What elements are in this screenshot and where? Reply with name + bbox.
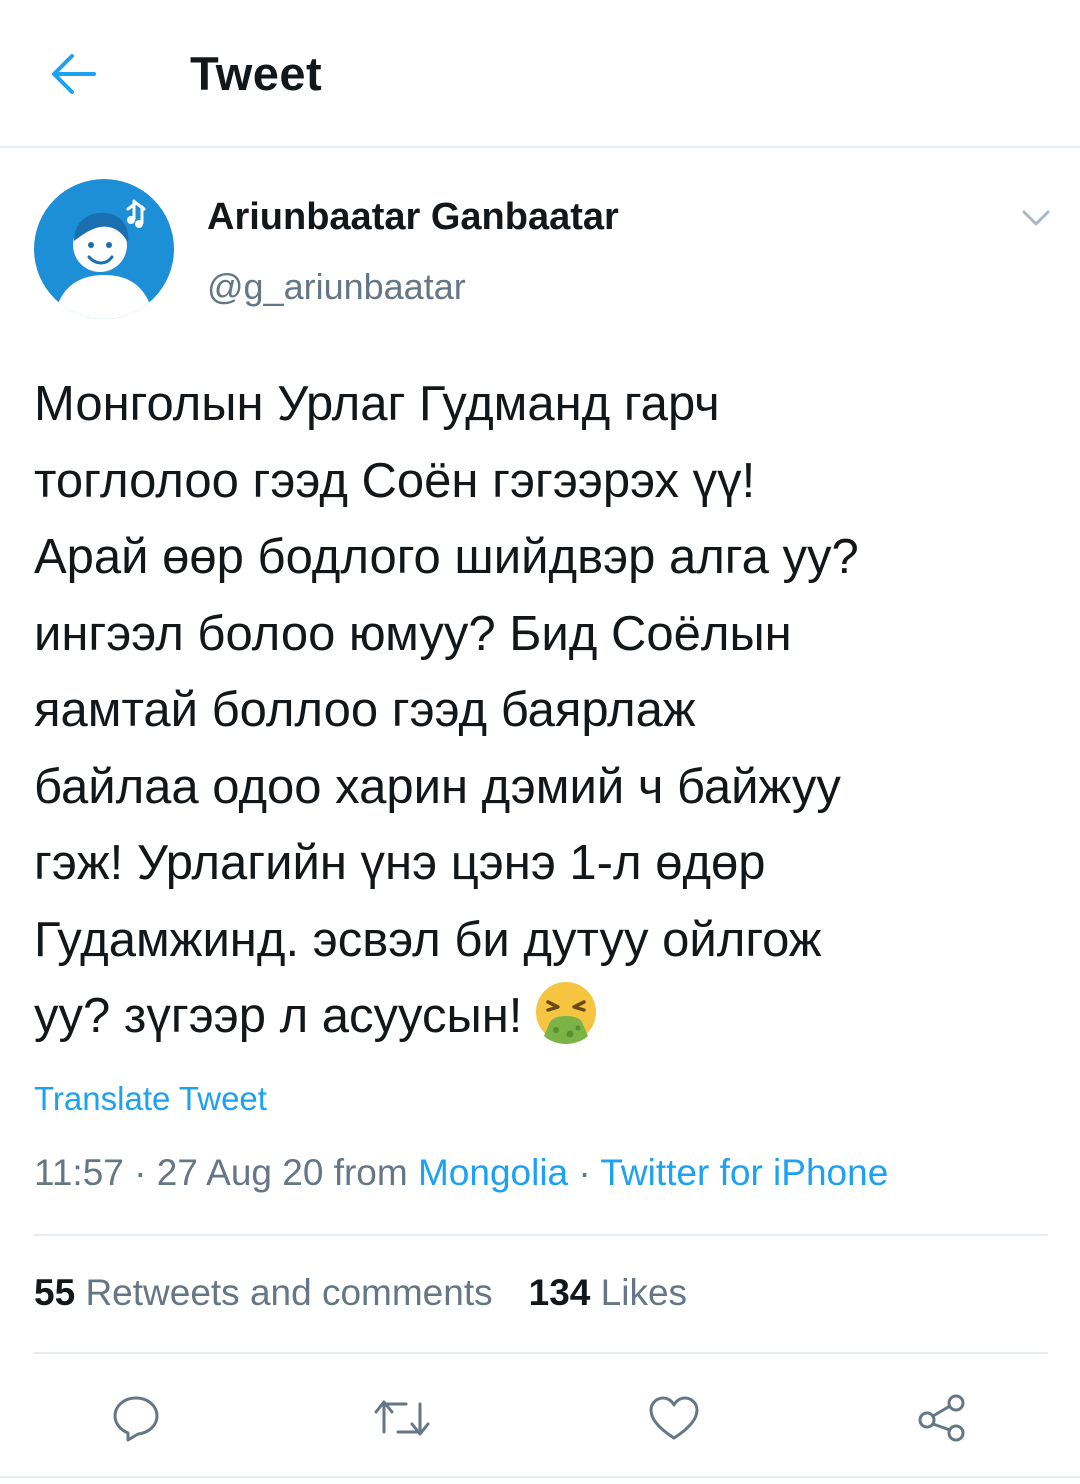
page-title: Tweet <box>190 47 323 100</box>
reply-button[interactable] <box>106 1388 166 1448</box>
top-app-bar: Tweet <box>0 0 1080 148</box>
location-link[interactable]: Mongolia <box>418 1152 568 1193</box>
more-options-button[interactable] <box>1014 200 1058 236</box>
vomiting-face-emoji <box>532 978 600 1046</box>
tweet-date: 27 Aug 20 <box>156 1152 324 1193</box>
tweet-text: Монголын Урлаг Гудманд гарч тоглолоо гээ… <box>34 377 859 1043</box>
source-link[interactable]: Twitter for iPhone <box>600 1152 888 1193</box>
likes-label: Likes <box>600 1272 688 1313</box>
likes-stat[interactable]: 134 Likes <box>529 1272 687 1313</box>
divider <box>34 1234 1048 1236</box>
share-button[interactable] <box>912 1388 972 1448</box>
author-display-name[interactable]: Ariunbaatar Ganbaatar <box>207 196 619 239</box>
tweet-time: 11:57 <box>34 1152 124 1193</box>
avatar[interactable] <box>34 179 174 319</box>
author-handle[interactable]: @g_ariunbaatar <box>207 266 466 308</box>
like-button[interactable] <box>644 1388 704 1448</box>
from-label: from <box>323 1152 418 1193</box>
share-icon <box>918 1394 965 1442</box>
tweet-stats: 55 Retweets and comments 134 Likes <box>34 1272 687 1314</box>
avatar-image <box>34 179 174 319</box>
translate-tweet-link[interactable]: Translate Tweet <box>34 1080 267 1118</box>
tweet-metadata: 11:57 · 27 Aug 20 from Mongolia · Twitte… <box>34 1152 888 1194</box>
separator-dot: · <box>568 1152 601 1193</box>
tweet-body: Монголын Урлаг Гудманд гарч тоглолоо гээ… <box>34 366 1054 1055</box>
reply-icon <box>113 1396 159 1442</box>
separator-dot: · <box>123 1152 157 1193</box>
likes-count: 134 <box>528 1272 591 1313</box>
heart-icon <box>649 1396 699 1440</box>
retweet-button[interactable] <box>372 1388 432 1448</box>
retweet-icon <box>374 1400 430 1436</box>
retweets-count: 55 <box>34 1272 76 1313</box>
divider <box>0 1476 1080 1478</box>
back-button[interactable] <box>40 44 108 104</box>
chevron-down-icon <box>1022 210 1050 226</box>
arrow-left-icon <box>52 54 96 94</box>
divider <box>34 1352 1048 1354</box>
retweets-stat[interactable]: 55 Retweets and comments <box>34 1272 493 1313</box>
retweets-label: Retweets and comments <box>85 1272 493 1313</box>
